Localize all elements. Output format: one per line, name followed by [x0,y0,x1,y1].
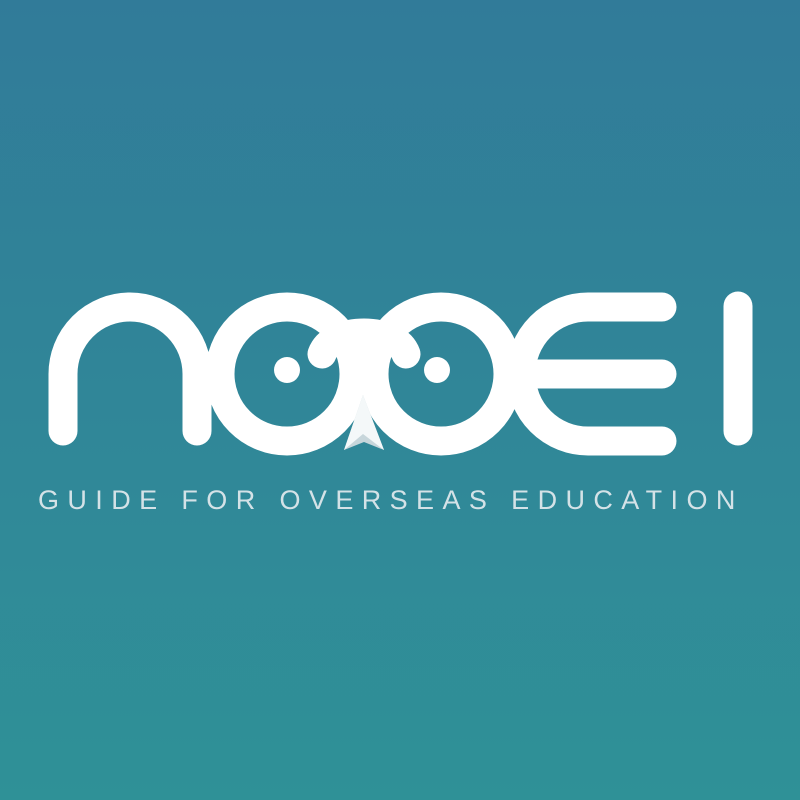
logo-canvas: GUIDE FOR OVERSEAS EDUCATION [0,0,800,800]
glasses-right-eye-icon [424,357,450,383]
glasses-left-eye-icon [274,357,300,383]
background-gradient [0,0,800,800]
tagline-text: GUIDE FOR OVERSEAS EDUCATION [38,485,744,515]
brand-logo [0,0,800,800]
